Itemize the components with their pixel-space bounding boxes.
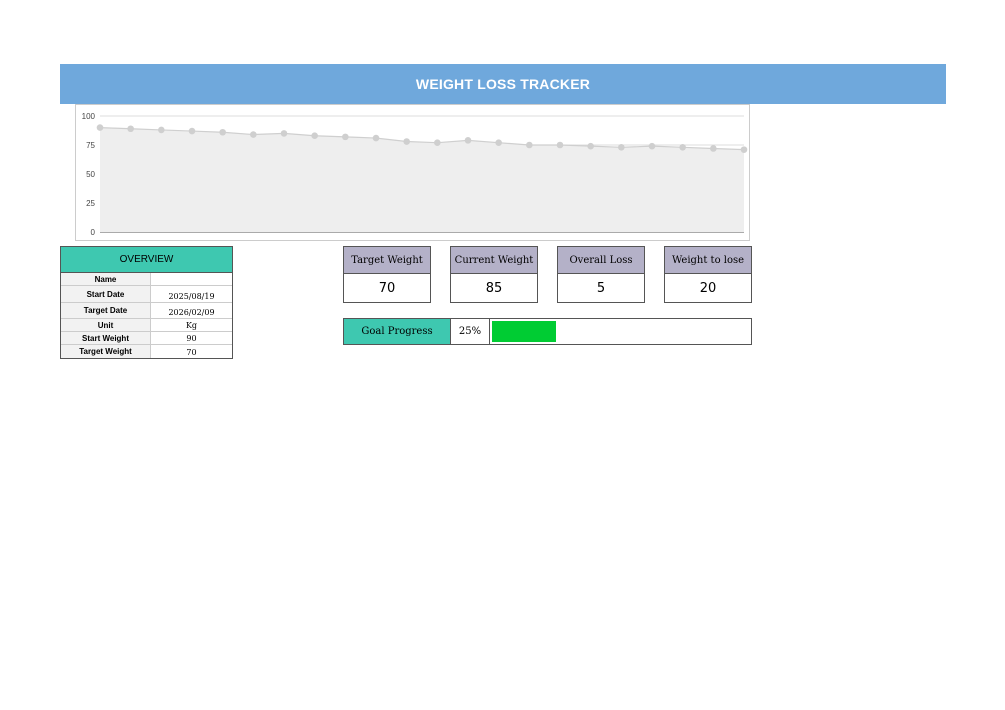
data-point xyxy=(648,142,656,150)
overview-label: Name xyxy=(61,273,151,285)
data-point xyxy=(250,131,257,138)
kpi-target-weight: Target Weight 70 xyxy=(343,246,431,303)
data-point xyxy=(464,137,472,144)
overview-label: Target Date xyxy=(61,303,151,318)
data-point xyxy=(710,145,717,152)
data-point xyxy=(587,142,594,150)
data-point xyxy=(96,124,104,131)
overview-label: Start Weight xyxy=(61,332,151,344)
data-point xyxy=(434,139,441,146)
data-point xyxy=(495,139,502,146)
goal-progress: Goal Progress 25% xyxy=(343,318,752,345)
data-point xyxy=(342,133,349,141)
weight-chart-svg: 0 25 50 75 100 xyxy=(82,112,748,237)
kpi-current-weight: Current Weight 85 xyxy=(450,246,538,303)
page-title: WEIGHT LOSS TRACKER xyxy=(415,76,591,92)
data-point xyxy=(127,125,134,133)
data-point xyxy=(556,141,564,149)
goal-progress-track xyxy=(490,319,751,344)
y-tick-label: 100 xyxy=(82,112,96,121)
goal-progress-label: Goal Progress xyxy=(344,319,451,344)
data-point xyxy=(526,141,533,149)
overview-row-name: Name xyxy=(61,273,232,286)
data-point xyxy=(158,126,165,134)
overview-value[interactable]: 2025/08/19 xyxy=(151,286,232,302)
overview-value[interactable]: 70 xyxy=(151,345,232,358)
data-point xyxy=(311,132,318,140)
goal-progress-fill xyxy=(492,321,556,342)
overview-row-target-date: Target Date 2026/02/09 xyxy=(61,303,232,319)
overview-value[interactable]: Kg xyxy=(151,319,232,331)
kpi-weight-to-lose: Weight to lose 20 xyxy=(664,246,752,303)
overview-table: OVERVIEW Name Start Date 2025/08/19 Targ… xyxy=(60,246,233,359)
y-tick-label: 50 xyxy=(86,170,95,179)
overview-label: Target Weight xyxy=(61,345,151,358)
kpi-label: Current Weight xyxy=(451,247,537,274)
series-area xyxy=(100,127,744,232)
kpi-value: 20 xyxy=(699,281,717,296)
overview-row-unit: Unit Kg xyxy=(61,319,232,332)
overview-row-start-weight: Start Weight 90 xyxy=(61,332,232,345)
title-banner: WEIGHT LOSS TRACKER xyxy=(60,64,946,104)
overview-label: Start Date xyxy=(61,286,151,302)
data-point xyxy=(188,127,196,135)
kpi-value: 5 xyxy=(596,281,606,296)
data-point xyxy=(280,130,288,137)
data-point xyxy=(679,144,686,151)
data-point xyxy=(740,146,748,153)
y-tick-label: 0 xyxy=(91,228,96,237)
y-tick-label: 25 xyxy=(86,199,95,208)
data-point xyxy=(372,134,380,142)
overview-row-target-weight: Target Weight 70 xyxy=(61,345,232,358)
kpi-value: 70 xyxy=(378,281,396,296)
kpi-label: Target Weight xyxy=(344,247,430,274)
kpi-label: Weight to lose xyxy=(665,247,751,274)
overview-value[interactable]: 90 xyxy=(151,332,232,344)
data-point xyxy=(219,128,226,136)
goal-progress-percent: 25% xyxy=(451,319,490,344)
weight-chart: 0 25 50 75 100 xyxy=(75,104,750,241)
overview-value[interactable]: 2026/02/09 xyxy=(151,303,232,318)
overview-label: Unit xyxy=(61,319,151,331)
y-tick-label: 75 xyxy=(86,141,95,150)
overview-row-start-date: Start Date 2025/08/19 xyxy=(61,286,232,303)
overview-value[interactable] xyxy=(151,273,232,285)
data-point xyxy=(618,144,625,151)
overview-title: OVERVIEW xyxy=(61,247,232,273)
kpi-overall-loss: Overall Loss 5 xyxy=(557,246,645,303)
kpi-value: 85 xyxy=(485,281,503,296)
kpi-label: Overall Loss xyxy=(558,247,644,274)
data-point xyxy=(403,138,410,145)
